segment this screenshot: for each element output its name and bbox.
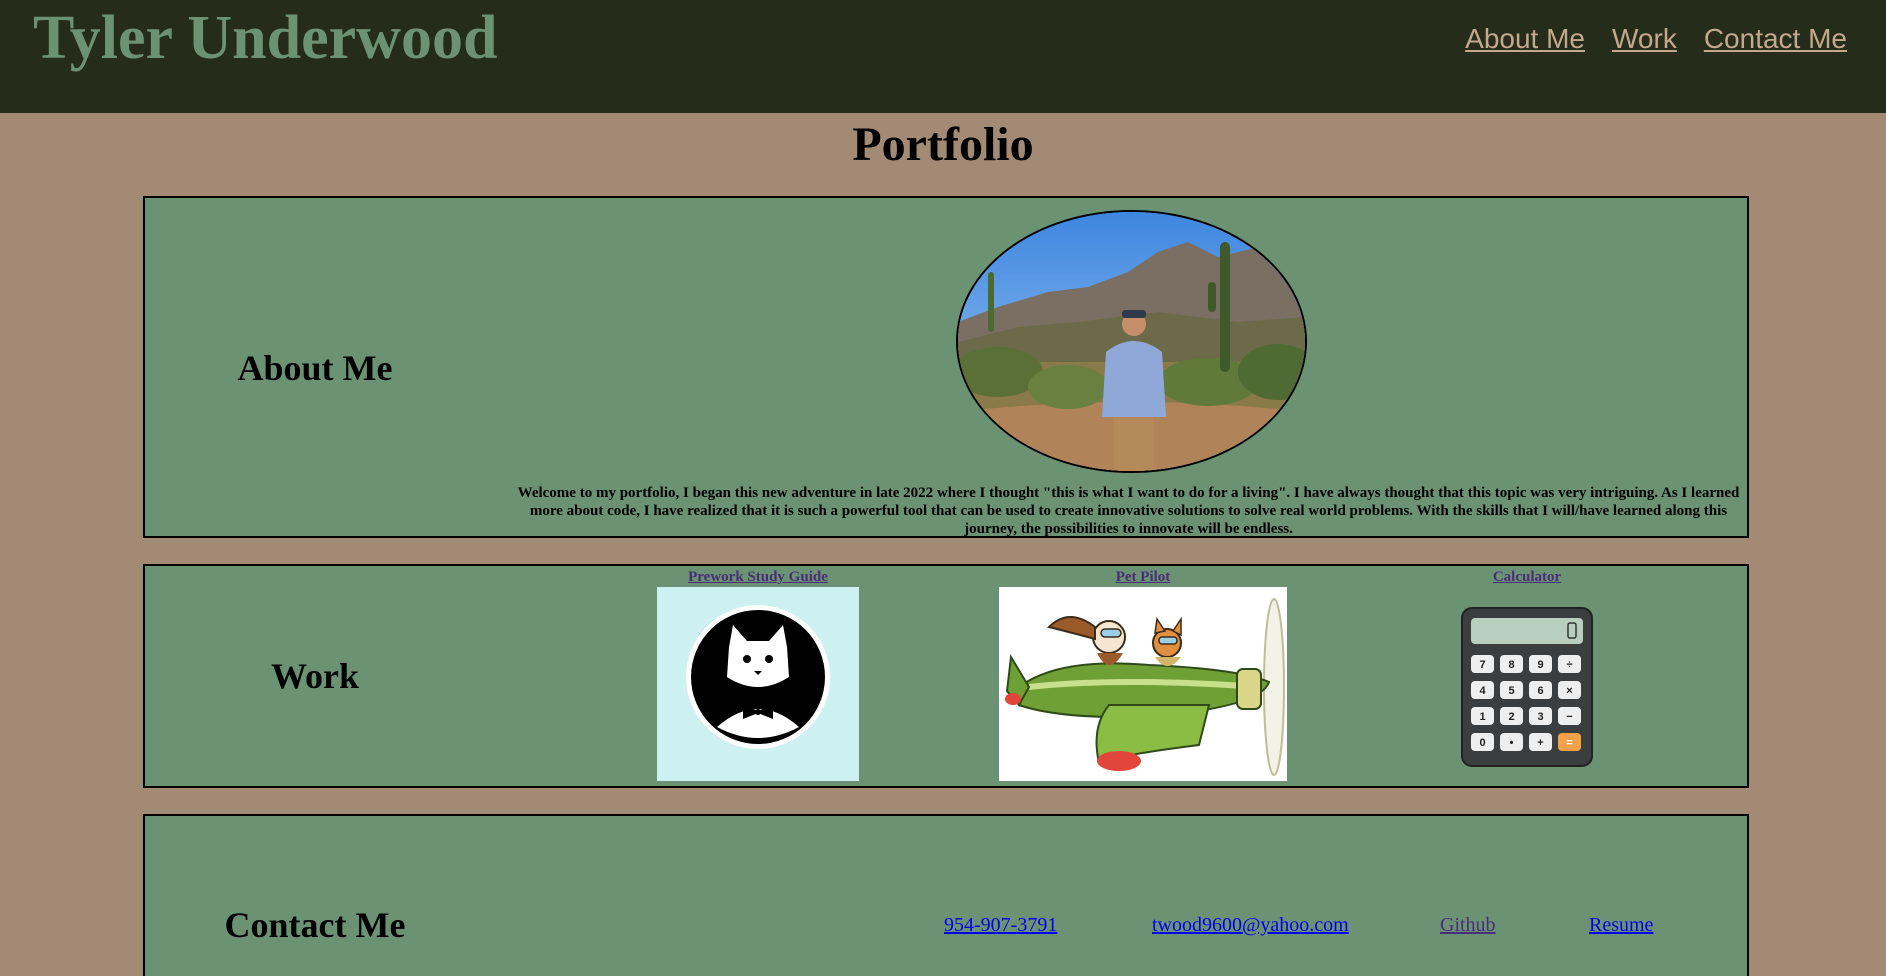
calculator-key-label: 3 bbox=[1537, 711, 1543, 723]
calculator-key-label: 8 bbox=[1508, 659, 1514, 671]
contact-section: Contact Me 954-907-3791 twood9600@yahoo.… bbox=[143, 814, 1749, 976]
work-section-title: Work bbox=[270, 656, 359, 696]
calculator-key-label: 4 bbox=[1479, 685, 1486, 697]
main-nav: About Me Work Contact Me bbox=[1465, 20, 1847, 58]
pet-pilot-image[interactable] bbox=[999, 587, 1287, 781]
resume-link[interactable]: Resume bbox=[1589, 913, 1653, 937]
github-link[interactable]: Github bbox=[1440, 913, 1496, 937]
work-section: Work Prework Study Guide Pet Pilot Calcu… bbox=[143, 564, 1749, 788]
calculator-image[interactable]: 7 8 9 ÷ 4 5 6 × 1 2 3 − 0 • + = bbox=[1461, 607, 1593, 767]
project-link-prework-study-guide[interactable]: Prework Study Guide bbox=[656, 568, 860, 587]
contact-section-title: Contact Me bbox=[224, 905, 406, 945]
project-link-calculator[interactable]: Calculator bbox=[1445, 568, 1609, 587]
calculator-key-label: 7 bbox=[1479, 659, 1485, 671]
calculator-key-label: + bbox=[1537, 737, 1543, 749]
profile-photo bbox=[956, 210, 1307, 473]
calculator-key-label: 9 bbox=[1537, 659, 1543, 671]
calculator-key-label: 2 bbox=[1508, 711, 1514, 723]
email-link[interactable]: twood9600@yahoo.com bbox=[1152, 913, 1349, 937]
calculator-key-label: 6 bbox=[1537, 685, 1543, 697]
about-paragraph: Welcome to my portfolio, I began this ne… bbox=[517, 485, 1740, 537]
about-section-title: About Me bbox=[237, 348, 393, 388]
calculator-key-label: • bbox=[1510, 737, 1514, 749]
page-title: Portfolio bbox=[852, 118, 1034, 171]
calculator-key-label: 1 bbox=[1479, 711, 1485, 723]
calculator-key-label: × bbox=[1566, 685, 1572, 697]
calculator-key-label: = bbox=[1566, 737, 1572, 749]
nav-link-contact-me[interactable]: Contact Me bbox=[1704, 20, 1847, 58]
calculator-key-label: − bbox=[1566, 711, 1572, 723]
calculator-key-label: 0 bbox=[1479, 737, 1485, 749]
calculator-key-label: 5 bbox=[1508, 685, 1514, 697]
nav-link-work[interactable]: Work bbox=[1612, 20, 1677, 58]
phone-link[interactable]: 954-907-3791 bbox=[944, 913, 1057, 937]
project-pet-pilot: Pet Pilot bbox=[998, 566, 1288, 781]
project-calculator: Calculator 7 8 9 ÷ 4 5 6 × 1 2 3 − 0 • + = bbox=[1445, 566, 1609, 767]
cat-logo-image[interactable] bbox=[657, 587, 859, 781]
calculator-key-label: ÷ bbox=[1566, 659, 1572, 671]
about-section: About Me Welcome to my portfolio, I bega… bbox=[143, 196, 1749, 538]
nav-link-about-me[interactable]: About Me bbox=[1465, 20, 1585, 58]
project-prework-study-guide: Prework Study Guide bbox=[656, 566, 860, 781]
site-title: Tyler Underwood bbox=[33, 4, 498, 72]
project-link-pet-pilot[interactable]: Pet Pilot bbox=[998, 568, 1288, 587]
site-header: Tyler Underwood About Me Work Contact Me bbox=[0, 0, 1886, 113]
